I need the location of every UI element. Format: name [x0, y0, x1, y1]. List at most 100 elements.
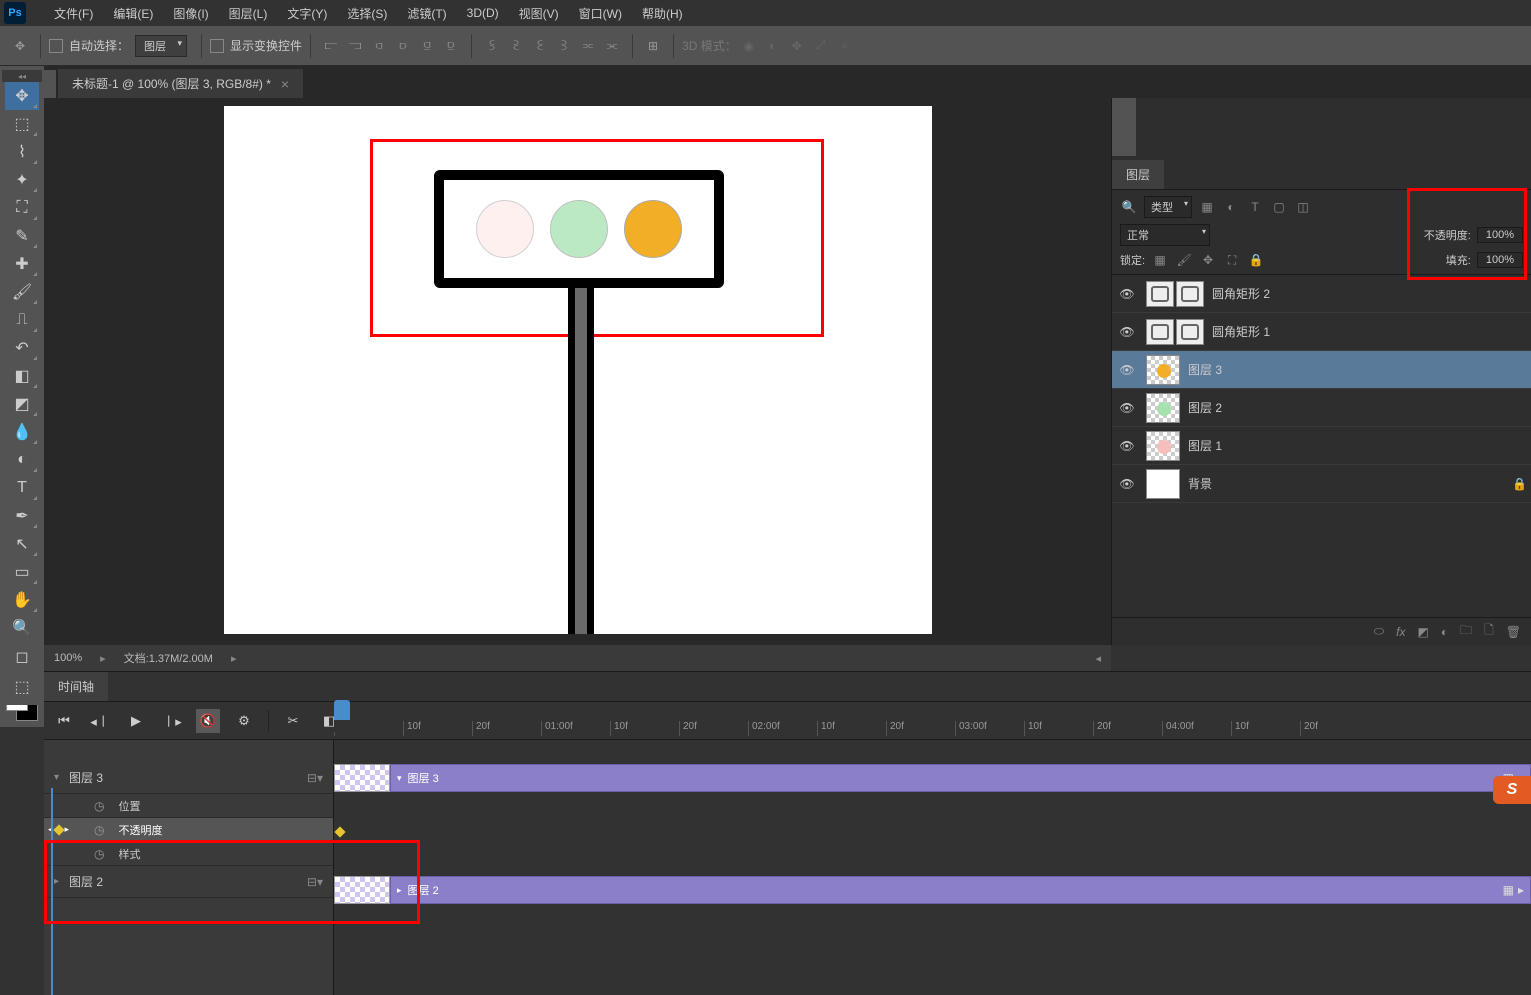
- play-button[interactable]: ▶: [124, 709, 148, 733]
- layer-row[interactable]: 👁 图层 2: [1112, 389, 1531, 427]
- mask-icon[interactable]: ◩: [1418, 625, 1429, 639]
- align-right-icon[interactable]: ⫏: [369, 36, 389, 56]
- clip-expand-icon[interactable]: ▾: [397, 773, 402, 784]
- layer-row[interactable]: 👁 圆角矩形 1: [1112, 313, 1531, 351]
- link-layers-icon[interactable]: ⬭: [1374, 624, 1384, 639]
- menu-edit[interactable]: 编辑(E): [103, 5, 163, 22]
- move-tool[interactable]: ✥: [5, 82, 39, 110]
- dist-bottom-icon[interactable]: ⫘: [602, 36, 622, 56]
- eraser-tool[interactable]: ◧: [5, 362, 39, 390]
- showtransform-checkbox[interactable]: [210, 39, 224, 53]
- lock-transparent-icon[interactable]: ▦: [1151, 252, 1169, 268]
- hand-tool[interactable]: ✋: [5, 586, 39, 614]
- fx-icon[interactable]: fx: [1396, 625, 1405, 639]
- new-layer-icon[interactable]: 🗋: [1484, 621, 1494, 642]
- dist-top-icon[interactable]: ⫖: [554, 36, 574, 56]
- keyframe[interactable]: [334, 826, 345, 837]
- filter-type-dropdown[interactable]: 类型: [1144, 196, 1192, 218]
- doc-size[interactable]: 文档:1.37M/2.00M: [124, 650, 213, 666]
- pen-tool[interactable]: ✒: [5, 502, 39, 530]
- dodge-tool[interactable]: ◐: [5, 446, 39, 474]
- visibility-toggle[interactable]: 👁: [1116, 477, 1138, 491]
- path-select-tool[interactable]: ↖: [5, 530, 39, 558]
- align-hcenter-icon[interactable]: ⫎: [345, 36, 365, 56]
- brush-tool[interactable]: 🖌: [5, 278, 39, 306]
- filter-type-layer-icon[interactable]: T: [1246, 199, 1264, 215]
- track-property-position[interactable]: ◷ 位置: [44, 794, 333, 818]
- track-menu-icon[interactable]: ⊟▾: [307, 771, 323, 785]
- timeline-tracks-area[interactable]: ▾ 图层 3 ▦▸ ▸ 图层 2 ▦▸: [334, 740, 1531, 995]
- blur-tool[interactable]: 💧: [5, 418, 39, 446]
- layer-row[interactable]: 👁 圆角矩形 2: [1112, 275, 1531, 313]
- delete-layer-icon[interactable]: 🗑: [1506, 625, 1521, 639]
- crop-tool[interactable]: ⛶: [5, 194, 39, 222]
- visibility-toggle[interactable]: 👁: [1116, 439, 1138, 453]
- visibility-toggle[interactable]: 👁: [1116, 325, 1138, 339]
- dist-left-icon[interactable]: ⫓: [482, 36, 502, 56]
- menu-select[interactable]: 选择(S): [337, 5, 397, 22]
- menu-file[interactable]: 文件(F): [44, 5, 103, 22]
- zoom-level[interactable]: 100%: [54, 652, 82, 664]
- history-brush-tool[interactable]: ↶: [5, 334, 39, 362]
- menu-3d[interactable]: 3D(D): [457, 6, 509, 20]
- align-bottom-icon[interactable]: ⫒: [441, 36, 461, 56]
- blendmode-dropdown[interactable]: 正常: [1120, 224, 1210, 246]
- gradient-tool[interactable]: ◩: [5, 390, 39, 418]
- track-property-opacity[interactable]: ◂ ▸ ◷ 不透明度: [44, 818, 333, 842]
- filter-icon[interactable]: 🔍: [1120, 199, 1138, 215]
- visibility-toggle[interactable]: 👁: [1116, 363, 1138, 377]
- layer-row[interactable]: 👁 背景 🔒: [1112, 465, 1531, 503]
- move-tool-icon[interactable]: ✥: [10, 36, 30, 56]
- track-header[interactable]: ▾ 图层 3 ⊟▾: [44, 762, 333, 794]
- docsize-chevron-icon[interactable]: ▸: [231, 652, 237, 665]
- layer-row[interactable]: 👁 图层 1: [1112, 427, 1531, 465]
- autoselect-target-dropdown[interactable]: 图层: [135, 35, 187, 57]
- lock-all-icon[interactable]: 🔒: [1247, 252, 1265, 268]
- keyframe-diamond-icon[interactable]: [53, 824, 64, 835]
- stopwatch-icon[interactable]: ◷: [94, 799, 104, 813]
- stamp-tool[interactable]: ⎍: [5, 306, 39, 334]
- zoom-tool[interactable]: 🔍: [5, 614, 39, 642]
- expand-icon[interactable]: ▾: [54, 772, 59, 783]
- next-keyframe-icon[interactable]: ▸: [65, 824, 70, 835]
- visibility-toggle[interactable]: 👁: [1116, 401, 1138, 415]
- canvas-area[interactable]: [44, 98, 1111, 645]
- timeline-clip[interactable]: ▸ 图层 2 ▦▸: [390, 876, 1531, 904]
- align-left-icon[interactable]: ⫍: [321, 36, 341, 56]
- menu-view[interactable]: 视图(V): [509, 5, 569, 22]
- adjustment-icon[interactable]: ◐: [1441, 625, 1448, 639]
- filter-pixel-icon[interactable]: ▦: [1198, 199, 1216, 215]
- filter-shape-icon[interactable]: ▢: [1270, 199, 1288, 215]
- timeline-tab[interactable]: 时间轴: [44, 672, 108, 701]
- timeline-ruler[interactable]: 10f 20f 01:00f 10f 20f 02:00f 10f 20f 03…: [334, 706, 1531, 736]
- clip-menu-icon[interactable]: ▦: [1503, 883, 1514, 897]
- group-icon[interactable]: 🗀: [1460, 621, 1472, 642]
- quickmask-icon[interactable]: ◻: [5, 643, 39, 671]
- doctabs-collapse[interactable]: [44, 70, 56, 98]
- toolbar-collapse[interactable]: ◂◂: [2, 70, 42, 82]
- right-panel-collapse[interactable]: [1112, 98, 1136, 156]
- clip-chevron-icon[interactable]: ▸: [1518, 883, 1524, 897]
- close-tab-icon[interactable]: ×: [281, 76, 289, 92]
- next-frame-button[interactable]: 〡▸: [160, 709, 184, 733]
- lock-artboard-icon[interactable]: ⛶: [1223, 252, 1241, 268]
- first-frame-button[interactable]: ⏮: [52, 709, 76, 733]
- filter-adjust-icon[interactable]: ◐: [1222, 199, 1240, 215]
- dist-right-icon[interactable]: ⫕: [530, 36, 550, 56]
- dist-vcenter-icon[interactable]: ⫗: [578, 36, 598, 56]
- filter-smart-icon[interactable]: ◫: [1294, 199, 1312, 215]
- scroll-left-icon[interactable]: ◂: [1095, 652, 1101, 665]
- heal-tool[interactable]: ✚: [5, 250, 39, 278]
- wand-tool[interactable]: ✦: [5, 166, 39, 194]
- keyframe-track[interactable]: [334, 820, 1531, 844]
- lock-pixels-icon[interactable]: 🖌: [1175, 252, 1193, 268]
- align-vcenter-icon[interactable]: ⫑: [417, 36, 437, 56]
- prev-frame-button[interactable]: ◂〡: [88, 709, 112, 733]
- type-tool[interactable]: T: [5, 474, 39, 502]
- document-tab[interactable]: 未标题-1 @ 100% (图层 3, RGB/8#) * ×: [58, 69, 303, 98]
- zoom-chevron-icon[interactable]: ▸: [100, 652, 106, 665]
- lock-position-icon[interactable]: ✥: [1199, 252, 1217, 268]
- screenmode-icon[interactable]: ⬚: [5, 673, 39, 701]
- menu-type[interactable]: 文字(Y): [277, 5, 337, 22]
- settings-button[interactable]: ⚙: [232, 709, 256, 733]
